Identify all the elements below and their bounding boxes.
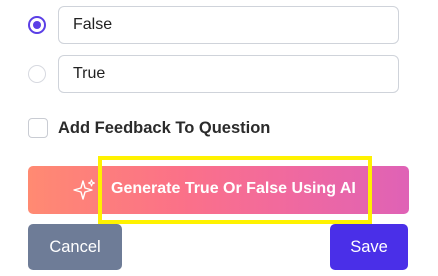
option-true-input[interactable] xyxy=(58,55,399,93)
save-button[interactable]: Save xyxy=(330,224,408,270)
option-false-radio[interactable] xyxy=(28,16,46,34)
sparkles-icon xyxy=(73,178,97,202)
generate-ai-button[interactable]: Generate True Or False Using AI xyxy=(28,166,409,214)
true-false-question-editor: Add Feedback To Question Generate True O… xyxy=(0,0,438,276)
add-feedback-label[interactable]: Add Feedback To Question xyxy=(58,119,270,138)
generate-ai-label: Generate True Or False Using AI xyxy=(111,180,356,197)
cancel-button[interactable]: Cancel xyxy=(28,224,122,270)
option-false-input[interactable] xyxy=(58,6,399,44)
option-true-radio[interactable] xyxy=(28,65,46,83)
add-feedback-checkbox[interactable] xyxy=(28,118,48,138)
